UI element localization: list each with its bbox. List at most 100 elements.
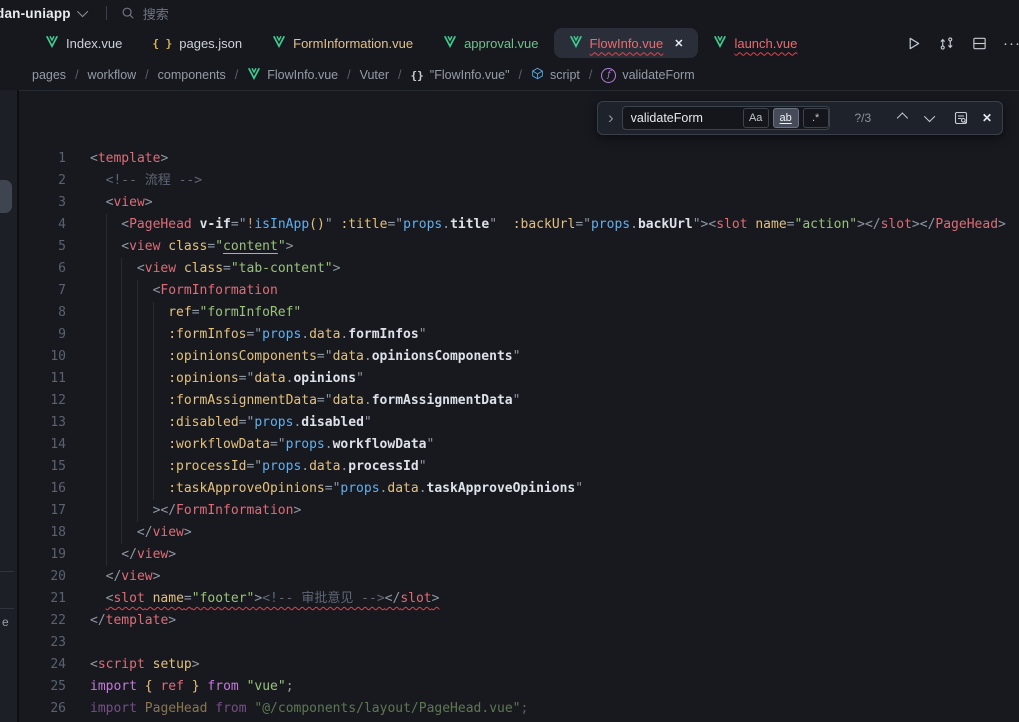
code-token[interactable]: " — [325, 217, 341, 232]
code-line[interactable]: 19</view> — [19, 544, 1019, 566]
code-token[interactable]: slot — [113, 591, 144, 606]
code-token[interactable]: import — [90, 679, 137, 694]
code-token[interactable]: <!-- 流程 --> — [106, 173, 202, 188]
code-line-content[interactable]: </template> — [90, 610, 176, 632]
code-token[interactable]: "> — [693, 217, 709, 232]
code-token[interactable]: " — [513, 349, 521, 364]
tab-launch-vue[interactable]: launch.vue — [698, 28, 812, 58]
line-number[interactable]: 12 — [19, 390, 66, 412]
line-number[interactable]: 15 — [19, 456, 66, 478]
code-token[interactable]: :formInfos — [168, 327, 246, 342]
code-line-content[interactable]: :formAssignmentData="data.formAssignment… — [90, 390, 520, 412]
breadcrumb-item-components[interactable]: components — [158, 68, 226, 82]
code-token[interactable]: > — [432, 591, 440, 606]
code-editor[interactable]: 1<template>2<!-- 流程 -->3<view>4<PageHead… — [19, 90, 1019, 722]
code-line[interactable]: 23 — [19, 632, 1019, 654]
line-number[interactable]: 3 — [19, 192, 66, 214]
match-case-button[interactable]: Aa — [743, 108, 769, 128]
code-line[interactable]: 1<template> — [19, 148, 1019, 170]
code-token[interactable] — [239, 679, 247, 694]
line-number[interactable]: 9 — [19, 324, 66, 346]
breadcrumb-item-vuter[interactable]: Vuter — [360, 68, 389, 82]
whole-word-button[interactable]: ab — [773, 108, 799, 128]
code-token[interactable]: PageHead — [145, 701, 208, 716]
tab-pages-json[interactable]: { }pages.json — [137, 28, 257, 58]
code-token[interactable]: template — [98, 151, 161, 166]
regex-button[interactable]: .* — [803, 108, 829, 128]
tab-approval-vue[interactable]: approval.vue — [428, 28, 553, 58]
line-number[interactable]: 17 — [19, 500, 66, 522]
code-token[interactable] — [137, 679, 145, 694]
code-token[interactable]: =" — [387, 217, 403, 232]
more-actions-icon[interactable]: ··· — [1003, 34, 1019, 52]
code-line[interactable]: 8ref="formInfoRef" — [19, 302, 1019, 324]
code-token[interactable]: = — [787, 217, 795, 232]
code-token[interactable]: :disabled — [168, 415, 238, 430]
code-token[interactable]: =" — [246, 327, 262, 342]
code-token[interactable]: </ — [385, 591, 401, 606]
code-token[interactable]: "action" — [795, 217, 858, 232]
code-token[interactable]: ref — [168, 305, 191, 320]
close-icon[interactable]: ✕ — [674, 37, 683, 50]
code-token[interactable]: isInApp — [254, 217, 309, 232]
code-token[interactable]: script — [98, 657, 145, 672]
code-line-content[interactable]: <FormInformation — [90, 280, 278, 302]
code-token[interactable]: ref — [160, 679, 183, 694]
code-token[interactable]: </ — [137, 525, 153, 540]
code-token[interactable]: < — [137, 261, 145, 276]
code-line[interactable]: 12 :formAssignmentData="data.formAssignme… — [19, 390, 1019, 412]
code-token[interactable]: . — [301, 327, 309, 342]
code-line[interactable]: 11:opinions="data.opinions" — [19, 368, 1019, 390]
code-line[interactable]: 10 :opinionsComponents="data.opinionsComp… — [19, 346, 1019, 368]
find-query-input[interactable] — [631, 111, 739, 125]
line-number[interactable]: 20 — [19, 566, 66, 588]
line-number[interactable]: 13 — [19, 412, 66, 434]
code-token[interactable]: props — [262, 459, 301, 474]
code-token[interactable]: view — [137, 547, 168, 562]
code-token[interactable]: =" — [239, 371, 255, 386]
code-token[interactable]: view — [113, 195, 144, 210]
code-token[interactable]: :processId — [168, 459, 246, 474]
global-search[interactable]: 搜索 — [121, 4, 169, 23]
split-editor-button[interactable] — [970, 34, 988, 52]
code-token[interactable]: > — [293, 503, 301, 518]
code-token[interactable]: { — [145, 679, 153, 694]
sidebar-handle[interactable] — [0, 180, 12, 213]
code-token[interactable]: =" — [317, 393, 333, 408]
breadcrumb-item-flowinfo-vue[interactable]: FlowInfo.vue — [247, 67, 338, 83]
code-token[interactable]: view — [145, 261, 176, 276]
code-token[interactable]: < — [90, 657, 98, 672]
find-next-button[interactable] — [920, 108, 942, 128]
code-token[interactable]: . — [325, 437, 333, 452]
line-number[interactable]: 10 — [19, 346, 66, 368]
code-token[interactable]: data — [387, 481, 418, 496]
code-token[interactable]: class — [184, 261, 223, 276]
code-line[interactable]: 18</view> — [19, 522, 1019, 544]
code-token[interactable]: " — [419, 459, 427, 474]
code-token[interactable] — [137, 701, 145, 716]
code-token[interactable]: ></ — [912, 217, 935, 232]
code-token[interactable]: formInfos — [348, 327, 418, 342]
code-line-content[interactable]: <view class="content"> — [90, 236, 294, 258]
code-token[interactable]: =" — [270, 437, 286, 452]
code-token[interactable]: "footer" — [192, 591, 255, 606]
code-token[interactable]: ></ — [153, 503, 176, 518]
code-token[interactable]: props — [340, 481, 379, 496]
code-line-content[interactable]: <view> — [90, 192, 153, 214]
breadcrumb-item-pages[interactable]: pages — [32, 68, 66, 82]
code-token[interactable]: () — [309, 217, 325, 232]
code-line-content[interactable]: :opinionsComponents="data.opinionsCompon… — [90, 346, 520, 368]
find-in-selection-button[interactable] — [950, 108, 972, 128]
tab-index-vue[interactable]: Index.vue — [30, 28, 137, 58]
code-token[interactable]: disabled — [301, 415, 364, 430]
code-token[interactable]: data — [333, 393, 364, 408]
code-line[interactable]: 14:workflowData="props.workflowData" — [19, 434, 1019, 456]
tab-forminformation-vue[interactable]: FormInformation.vue — [257, 28, 428, 58]
code-token[interactable]: props — [591, 217, 630, 232]
code-line-content[interactable]: :disabled="props.disabled" — [90, 412, 372, 434]
code-token[interactable]: > — [184, 525, 192, 540]
code-line[interactable]: 16:taskApproveOpinions="props.data.taskA… — [19, 478, 1019, 500]
code-token[interactable]: > — [286, 239, 294, 254]
code-token[interactable]: = — [192, 305, 200, 320]
code-line[interactable]: 2<!-- 流程 --> — [19, 170, 1019, 192]
